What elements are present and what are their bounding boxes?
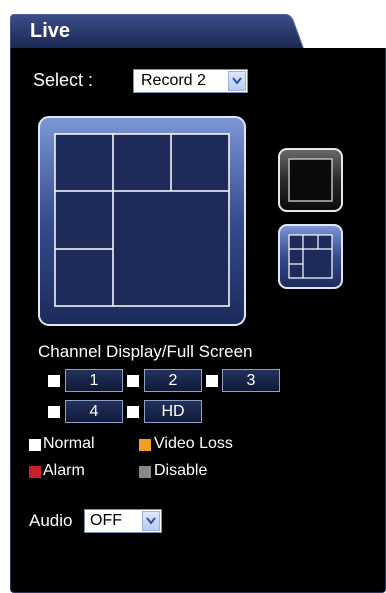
legend-video-loss-label: Video Loss xyxy=(154,435,233,452)
channel-hd-button[interactable]: HD xyxy=(144,400,202,423)
legend-alarm-label: Alarm xyxy=(43,462,85,479)
chevron-down-icon[interactable] xyxy=(228,71,246,91)
legend-disable-label: Disable xyxy=(154,462,208,479)
channel-1-checkbox[interactable] xyxy=(48,375,60,387)
channel-3-button[interactable]: 3 xyxy=(222,369,280,392)
legend-alarm-swatch xyxy=(29,466,41,478)
legend-normal-label: Normal xyxy=(43,435,95,452)
channel-3-checkbox[interactable] xyxy=(206,375,218,387)
record-select-value: Record 2 xyxy=(141,72,206,89)
channel-display-title: Channel Display/Full Screen xyxy=(38,342,253,361)
layout-6-split-icon xyxy=(38,116,246,326)
audio-label: Audio xyxy=(29,511,73,530)
channel-2-checkbox[interactable] xyxy=(127,375,139,387)
audio-select-value: OFF xyxy=(90,512,122,529)
tab-title: Live xyxy=(30,20,71,42)
channel-1-button[interactable]: 1 xyxy=(65,369,123,392)
layout-single-button[interactable] xyxy=(278,148,343,212)
channel-2-button[interactable]: 2 xyxy=(144,369,202,392)
tab-live[interactable]: Live xyxy=(10,14,304,50)
layout-single-icon xyxy=(278,148,343,212)
layout-6-split-button[interactable] xyxy=(38,116,246,326)
legend-video-loss-swatch xyxy=(139,439,151,451)
legend-disable-swatch xyxy=(139,466,151,478)
audio-select[interactable]: OFF xyxy=(84,509,162,533)
layout-multi-icon xyxy=(278,224,343,289)
channel-hd-checkbox[interactable] xyxy=(127,406,139,418)
legend-normal-swatch xyxy=(29,439,41,451)
record-select[interactable]: Record 2 xyxy=(133,69,248,93)
channel-4-button[interactable]: 4 xyxy=(65,400,123,423)
chevron-down-icon[interactable] xyxy=(142,511,160,531)
select-label: Select : xyxy=(33,70,94,90)
layout-multi-button[interactable] xyxy=(278,224,343,289)
channel-4-checkbox[interactable] xyxy=(48,406,60,418)
